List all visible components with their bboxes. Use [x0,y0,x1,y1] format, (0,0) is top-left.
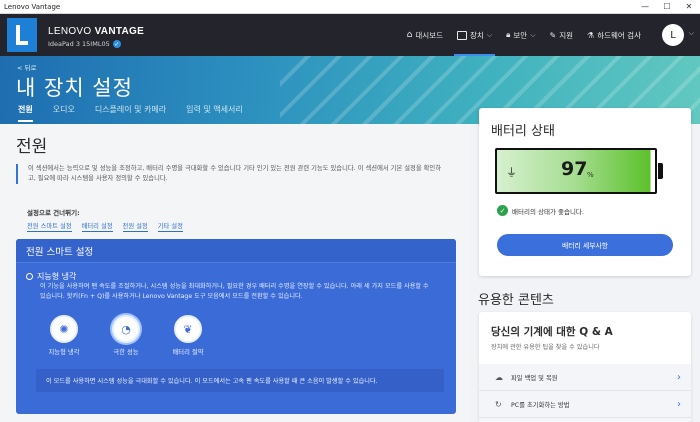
app-header: LENOVO VANTAGE IdeaPad 3 15IML05 ✓ ⌂ 대시보… [0,14,700,56]
qa-item-reset[interactable]: ↻ PC를 초기화하는 방법 › [479,391,691,418]
brand-name: LENOVO VANTAGE [48,26,144,37]
nav-device[interactable]: 장치 ⌵ [450,14,499,56]
nav-hardware-scan-label: 하드웨어 검사 [597,30,641,40]
battery-health-text: 배터리의 상태가 좋습니다. [512,207,584,216]
battery-percent-sign: % [587,171,594,179]
battery-percent: 97 [561,158,588,180]
mode-label: 지능형 냉각 [48,349,80,356]
battery-gauge: ⏚ 97 % [495,148,657,194]
smart-settings-title: 전원 스마트 설정 [16,239,456,263]
fan-icon: ✺ [50,315,78,343]
jump-link-power-settings[interactable]: 전원 설정 [122,221,148,232]
jump-links: 전원 스마트 설정 배터리 설정 전원 설정 기타 설정 [27,221,183,232]
section-intro: 이 섹션에서는 능력으로 및 성능을 조정하고, 배터리 수명을 극대화할 수 … [16,164,446,184]
mode-intelligent-cooling[interactable]: ✺ 지능형 냉각 [44,315,84,356]
lock-icon: 🔒︎ [506,30,511,39]
user-avatar[interactable]: L [662,24,684,46]
intelligent-cooling-option[interactable]: 지능형 냉각 [26,271,76,282]
mode-label: 배터리 절약 [172,349,204,356]
qa-list: ☁ 파일 백업 및 복원 › ↻ PC를 초기화하는 방법 › [479,364,691,422]
device-label: IdeaPad 3 15IML05 [48,40,110,48]
tab-input-accessories[interactable]: 입력 및 액세서리 [186,104,243,122]
right-panel: 배터리 상태 ⏚ 97 % ✓ 배터리의 상태가 좋습니다. 배터리 세부사항 … [470,108,700,422]
jump-to-label: 설정으로 건너뛰기: [27,209,80,217]
smart-settings-card: 전원 스마트 설정 지능형 냉각 이 기능을 사용하여 팬 속도를 조절하거나,… [16,239,456,414]
back-link[interactable]: < 뒤로 [17,62,36,72]
battery-status-card: 배터리 상태 ⏚ 97 % ✓ 배터리의 상태가 좋습니다. 배터리 세부사항 [479,108,691,276]
chevron-right-icon: › [677,371,681,383]
maximize-button[interactable]: ☐ [656,0,678,14]
qa-card: 당신의 기계에 대한 Q & A 장치에 관한 유용한 팁을 찾을 수 있습니다… [479,312,691,422]
qa-subtitle: 장치에 관한 유용한 팁을 찾을 수 있습니다 [491,344,600,351]
mode-note: 이 모드를 사용하면 시스템 성능을 극대화할 수 있습니다. 이 모드에서는 … [36,369,444,392]
nav-security[interactable]: 🔒︎ 보안 ⌵ [499,14,542,56]
plug-icon: ⏚ [506,166,517,179]
chevron-down-icon: ⌵ [486,30,493,39]
wrench-icon: ✎ [549,30,557,40]
qa-item-backup[interactable]: ☁ 파일 백업 및 복원 › [479,364,691,391]
nav-dashboard-label: 대시보드 [415,30,443,40]
nav-hardware-scan[interactable]: ⚗ 하드웨어 검사 [580,14,648,56]
device-name: IdeaPad 3 15IML05 ✓ [48,40,121,48]
battery-tip [658,163,663,179]
refresh-icon: ↻ [495,399,502,409]
battery-title: 배터리 상태 [491,124,555,139]
qa-title: 당신의 기계에 대한 Q & A [491,326,613,338]
nav-support-label: 지원 [559,30,574,40]
jump-link-smart-settings[interactable]: 전원 스마트 설정 [27,221,72,232]
chevron-right-icon: › [677,398,681,410]
check-circle-icon: ✓ [497,205,508,216]
window-title: Lenovo Vantage [4,2,61,11]
tab-power[interactable]: 전원 [18,104,33,122]
flask-icon: ⚗ [587,30,595,40]
leaf-icon: ❦ [174,315,202,343]
section-title: 전원 [16,137,48,157]
window-titlebar: Lenovo Vantage — ☐ ✕ [0,0,700,14]
close-button[interactable]: ✕ [678,0,700,14]
top-nav: ⌂ 대시보드 장치 ⌵ 🔒︎ 보안 ⌵ ✎ 지원 ⚗ 하드웨어 검사 [400,14,648,56]
intelligent-cooling-title: 지능형 냉각 [37,272,77,281]
page-title: 내 장치 설정 [16,76,133,100]
battery-health: ✓ 배터리의 상태가 좋습니다. [497,205,584,216]
verified-check-icon: ✓ [112,40,121,48]
nav-dashboard[interactable]: ⌂ 대시보드 [400,14,450,56]
nav-device-label: 장치 [470,30,484,40]
speedometer-icon: ◔ [112,315,140,343]
battery-details-button[interactable]: 배터리 세부사항 [497,234,673,256]
radio-icon [26,273,33,280]
nav-security-label: 보안 [513,30,528,40]
jump-link-other-settings[interactable]: 기타 설정 [157,221,183,232]
brand-prefix: LENOVO [48,26,92,37]
jump-link-battery-settings[interactable]: 배터리 설정 [81,221,113,232]
home-icon: ⌂ [406,30,413,40]
minimize-button[interactable]: — [634,0,656,14]
tab-audio[interactable]: 오디오 [53,104,75,122]
nav-support[interactable]: ✎ 지원 [543,14,581,56]
qa-item-label: PC를 초기화하는 방법 [511,401,570,409]
chevron-down-icon: ⌵ [530,30,536,39]
mode-extreme-performance[interactable]: ◔ 극한 성능 [106,315,146,356]
mode-battery-saving[interactable]: ❦ 배터리 절약 [168,315,208,356]
settings-tabs: 전원 오디오 디스플레이 및 카메라 입력 및 액세서리 [18,104,243,122]
chevron-down-icon[interactable]: ⌵ [689,29,694,38]
intelligent-cooling-desc: 이 기능을 사용하여 팬 속도를 조절하거나, 시스템 성능을 최대화하거나, … [40,283,429,300]
mode-label: 극한 성능 [113,349,139,356]
thermal-modes: ✺ 지능형 냉각 ◔ 극한 성능 ❦ 배터리 절약 [44,315,208,356]
cloud-icon: ☁ [495,372,503,382]
lenovo-logo [7,18,37,52]
useful-content-title: 유용한 콘텐츠 [478,293,554,308]
qa-item-label: 파일 백업 및 복원 [511,374,558,382]
brand-suffix: VANTAGE [94,26,145,37]
tab-display-camera[interactable]: 디스플레이 및 카메라 [95,104,166,122]
power-section: 전원 이 섹션에서는 능력으로 및 성능을 조정하고, 배터리 수명을 극대화할… [0,124,470,422]
laptop-icon [457,30,467,40]
